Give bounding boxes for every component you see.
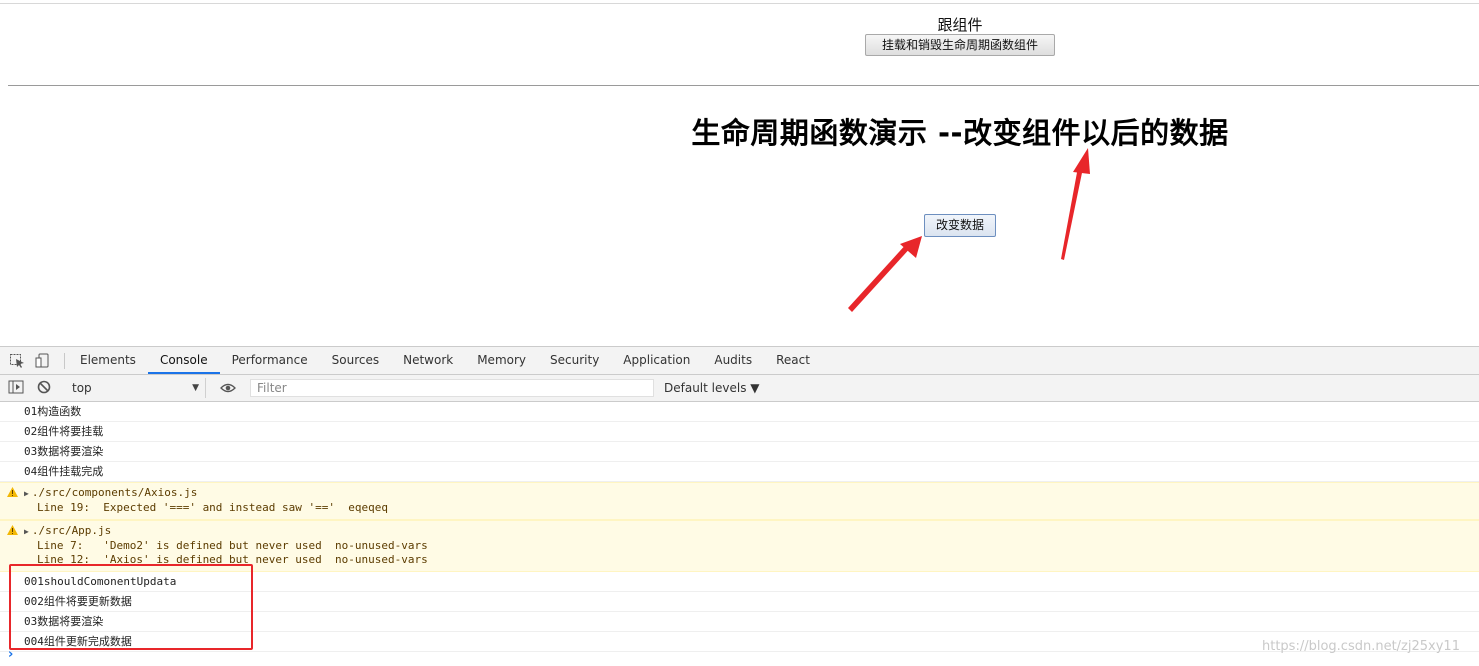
warning-line: Line 7: 'Demo2' is defined but never use… [37, 539, 428, 552]
tab-network[interactable]: Network [391, 347, 465, 374]
warning-file[interactable]: ./src/components/Axios.js [32, 486, 198, 499]
tab-react[interactable]: React [764, 347, 822, 374]
arrow-to-title [1061, 148, 1090, 260]
console-toolbar: top ▼ Filter Default levels ▼ [0, 375, 1479, 402]
console-log: 03数据将要渲染 [0, 442, 1479, 462]
arrow-to-button [848, 236, 922, 312]
tab-memory[interactable]: Memory [465, 347, 538, 374]
console-log: 04组件挂载完成 [0, 462, 1479, 482]
page-title: 生命周期函数演示 --改变组件以后的数据 [691, 116, 1229, 150]
context-select[interactable]: top ▼ [64, 378, 206, 398]
filter-input[interactable]: Filter [250, 379, 654, 397]
horizontal-rule [8, 85, 1479, 86]
devtools-tabbar: Elements Console Performance Sources Network… [0, 347, 1479, 375]
console-log: 01构造函数 [0, 402, 1479, 422]
console-log: 02组件将要挂载 [0, 422, 1479, 442]
warning-file[interactable]: ./src/App.js [32, 524, 111, 537]
warning-icon [7, 487, 18, 497]
root-component-label: 跟组件 [937, 16, 983, 34]
console-warning[interactable]: ▶ ./src/components/Axios.js Line 19: Expec… [0, 482, 1479, 520]
tab-separator [64, 353, 65, 369]
chevron-down-icon: ▼ [192, 383, 199, 393]
change-data-button[interactable]: 改变数据 [924, 214, 996, 237]
app-page: 跟组件 挂载和销毁生命周期函数组件 生命周期函数演示 --改变组件以后的数据 改… [0, 0, 1479, 346]
tab-console[interactable]: Console [147, 347, 220, 374]
sidebar-toggle-icon[interactable] [8, 380, 24, 395]
tab-audits[interactable]: Audits [702, 347, 764, 374]
watermark: https://blog.csdn.net/zj25xy11 [1262, 639, 1460, 654]
tab-application[interactable]: Application [611, 347, 702, 374]
warning-icon [7, 525, 18, 535]
tab-performance[interactable]: Performance [220, 347, 320, 374]
warning-line: Line 19: Expected '===' and instead saw … [37, 501, 388, 514]
expand-triangle-icon[interactable]: ▶ [24, 489, 29, 498]
context-value: top [72, 381, 92, 395]
devtools-tabs: Elements Console Performance Sources Network… [68, 347, 822, 374]
tab-elements[interactable]: Elements [68, 347, 148, 374]
top-divider [0, 3, 1479, 4]
annotation-arrows [848, 148, 1090, 312]
tab-sources[interactable]: Sources [320, 347, 391, 374]
eye-icon[interactable] [220, 381, 236, 396]
mount-unmount-button[interactable]: 挂载和销毁生命周期函数组件 [865, 34, 1055, 56]
tab-security[interactable]: Security [538, 347, 611, 374]
clear-console-icon[interactable] [37, 380, 53, 395]
device-toolbar-icon[interactable] [35, 353, 51, 368]
inspect-element-icon[interactable] [9, 353, 25, 368]
annotation-highlight-box [9, 564, 253, 650]
log-levels-dropdown[interactable]: Default levels ▼ [664, 379, 760, 397]
expand-triangle-icon[interactable]: ▶ [24, 527, 29, 536]
